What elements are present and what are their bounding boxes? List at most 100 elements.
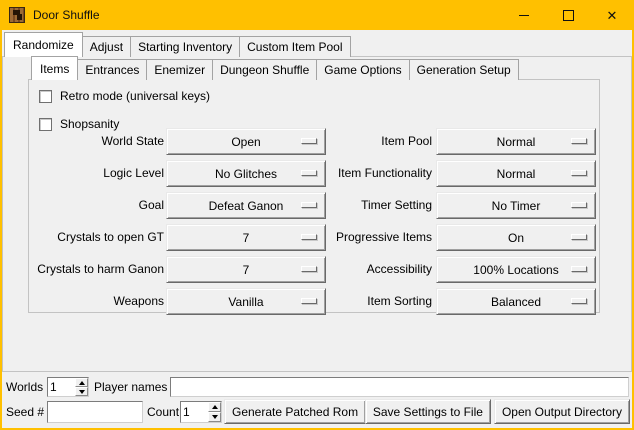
world-state-dropdown[interactable]: Open	[166, 128, 326, 155]
items-tab-bar: Items Entrances Enemizer Dungeon Shuffle…	[31, 56, 518, 80]
progressive-items-dropdown[interactable]: On	[436, 224, 596, 251]
dropdown-indicator-icon	[301, 138, 317, 144]
tab-enemizer[interactable]: Enemizer	[146, 59, 213, 80]
worlds-spin-down-button[interactable]	[75, 387, 88, 396]
tab-generation-setup[interactable]: Generation Setup	[409, 59, 519, 80]
tab-game-options-label: Game Options	[324, 63, 401, 77]
door-shuffle-window: Door Shuffle ✕ Randomize Adjust Starting…	[0, 0, 634, 430]
tab-dungeon-shuffle-label: Dungeon Shuffle	[220, 63, 309, 77]
tab-dungeon-shuffle[interactable]: Dungeon Shuffle	[212, 59, 317, 80]
progressive-items-value: On	[508, 231, 524, 245]
dropdown-indicator-icon	[301, 202, 317, 208]
tab-items-label: Items	[40, 62, 69, 76]
weapons-value: Vanilla	[228, 295, 263, 309]
minimize-icon	[519, 15, 529, 16]
goal-value: Defeat Ganon	[209, 199, 284, 213]
tab-starting-inventory-label: Starting Inventory	[138, 40, 232, 54]
crystals-gt-value: 7	[243, 231, 250, 245]
generate-patched-rom-button[interactable]: Generate Patched Rom	[224, 399, 366, 424]
item-pool-label: Item Pool	[322, 128, 432, 155]
retro-mode-label: Retro mode (universal keys)	[60, 89, 210, 103]
window-title: Door Shuffle	[33, 0, 100, 30]
count-spinner[interactable]	[180, 401, 222, 423]
crystals-ganon-dropdown[interactable]: 7	[166, 256, 326, 283]
tab-starting-inventory[interactable]: Starting Inventory	[130, 36, 240, 57]
progressive-items-label: Progressive Items	[322, 224, 432, 251]
timer-setting-label: Timer Setting	[322, 192, 432, 219]
count-spin-down-button[interactable]	[208, 412, 221, 422]
worlds-label: Worlds	[6, 380, 43, 394]
item-sorting-dropdown[interactable]: Balanced	[436, 288, 596, 315]
tab-game-options[interactable]: Game Options	[316, 59, 409, 80]
dropdown-indicator-icon	[571, 202, 587, 208]
accessibility-label: Accessibility	[322, 256, 432, 283]
item-sorting-value: Balanced	[491, 295, 541, 309]
count-spin-up-button[interactable]	[208, 402, 221, 412]
tab-adjust-label: Adjust	[90, 40, 123, 54]
item-pool-dropdown[interactable]: Normal	[436, 128, 596, 155]
minimize-button[interactable]	[502, 0, 546, 30]
door-icon	[9, 7, 25, 23]
timer-setting-dropdown[interactable]: No Timer	[436, 192, 596, 219]
player-names-input[interactable]	[170, 377, 629, 397]
player-names-label: Player names	[94, 380, 167, 394]
world-state-label: World State	[22, 128, 164, 155]
open-output-directory-button[interactable]: Open Output Directory	[494, 399, 630, 424]
tab-generation-setup-label: Generation Setup	[417, 63, 511, 77]
bottom-right-buttons: Save Settings to File Open Output Direct…	[365, 399, 630, 424]
dropdown-indicator-icon	[571, 170, 587, 176]
logic-level-value: No Glitches	[215, 167, 277, 181]
maximize-icon	[563, 10, 574, 21]
titlebar: Door Shuffle ✕	[0, 0, 634, 30]
worlds-input[interactable]	[48, 378, 75, 396]
seed-label: Seed #	[6, 405, 44, 419]
seed-input[interactable]	[47, 401, 143, 423]
close-icon: ✕	[607, 9, 618, 22]
arrow-down-icon	[79, 390, 85, 394]
tab-entrances[interactable]: Entrances	[77, 59, 147, 80]
dropdown-indicator-icon	[571, 266, 587, 272]
tab-entrances-label: Entrances	[85, 63, 139, 77]
weapons-dropdown[interactable]: Vanilla	[166, 288, 326, 315]
main-tab-bar: Randomize Adjust Starting Inventory Cust…	[4, 32, 350, 57]
arrow-down-icon	[212, 415, 218, 419]
worlds-spin-up-button[interactable]	[75, 378, 88, 387]
crystals-gt-dropdown[interactable]: 7	[166, 224, 326, 251]
item-sorting-label: Item Sorting	[322, 288, 432, 315]
timer-setting-value: No Timer	[492, 199, 541, 213]
save-settings-button[interactable]: Save Settings to File	[365, 399, 491, 424]
tab-custom-item-pool[interactable]: Custom Item Pool	[239, 36, 350, 57]
retro-mode-checkbox[interactable]	[39, 90, 52, 103]
tab-custom-item-pool-label: Custom Item Pool	[247, 40, 342, 54]
count-label: Count	[147, 405, 179, 419]
retro-mode-row: Retro mode (universal keys)	[39, 89, 210, 103]
item-pool-value: Normal	[497, 135, 536, 149]
goal-dropdown[interactable]: Defeat Ganon	[166, 192, 326, 219]
tab-randomize[interactable]: Randomize	[4, 32, 83, 57]
item-functionality-value: Normal	[497, 167, 536, 181]
logic-level-dropdown[interactable]: No Glitches	[166, 160, 326, 187]
accessibility-value: 100% Locations	[473, 263, 558, 277]
arrow-up-icon	[212, 405, 218, 409]
goal-label: Goal	[22, 192, 164, 219]
dropdown-indicator-icon	[301, 170, 317, 176]
close-button[interactable]: ✕	[590, 0, 634, 30]
world-state-value: Open	[231, 135, 260, 149]
count-input[interactable]	[181, 402, 208, 422]
maximize-button[interactable]	[546, 0, 590, 30]
crystals-ganon-label: Crystals to harm Ganon	[22, 256, 164, 283]
arrow-up-icon	[79, 381, 85, 385]
dropdown-indicator-icon	[571, 298, 587, 304]
worlds-spinner[interactable]	[47, 377, 89, 397]
tab-items[interactable]: Items	[31, 56, 78, 80]
weapons-label: Weapons	[22, 288, 164, 315]
dropdown-indicator-icon	[301, 298, 317, 304]
crystals-gt-label: Crystals to open GT	[22, 224, 164, 251]
accessibility-dropdown[interactable]: 100% Locations	[436, 256, 596, 283]
logic-level-label: Logic Level	[22, 160, 164, 187]
item-functionality-dropdown[interactable]: Normal	[436, 160, 596, 187]
dropdown-indicator-icon	[571, 234, 587, 240]
tab-randomize-label: Randomize	[13, 38, 74, 52]
crystals-ganon-value: 7	[243, 263, 250, 277]
tab-adjust[interactable]: Adjust	[82, 36, 131, 57]
